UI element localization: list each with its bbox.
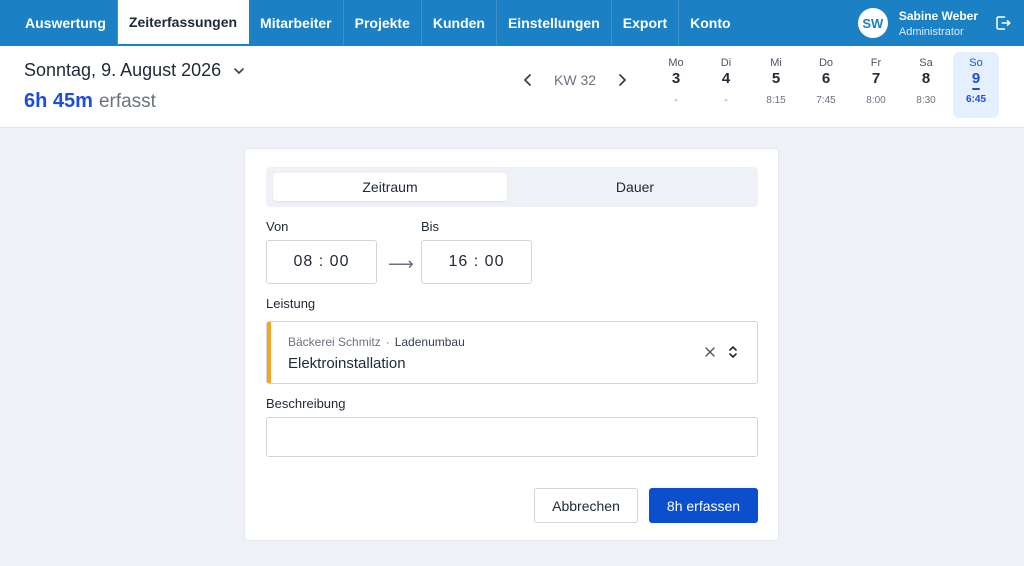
current-date: Sonntag, 9. August 2026 xyxy=(24,60,222,80)
day-number: 9 xyxy=(971,70,981,87)
day-monday[interactable]: Mo 3 - xyxy=(651,52,701,118)
arrow-right-icon: ⟶ xyxy=(388,254,414,274)
cancel-button[interactable]: Abbrechen xyxy=(534,488,638,523)
nav-tab-auswertung[interactable]: Auswertung xyxy=(14,0,118,46)
day-tuesday[interactable]: Di 4 - xyxy=(701,52,751,118)
day-number: 8 xyxy=(921,70,931,87)
day-number: 5 xyxy=(771,70,781,87)
day-name: Fr xyxy=(870,57,882,69)
mode-dauer-tab[interactable]: Dauer xyxy=(518,173,752,201)
day-sunday-selected[interactable]: So 9 6:45 xyxy=(953,52,999,118)
day-number: 4 xyxy=(721,70,731,87)
service-project: Ladenumbau xyxy=(394,335,465,349)
description-input[interactable] xyxy=(267,418,757,456)
nav-tab-projekte[interactable]: Projekte xyxy=(344,0,422,46)
day-friday[interactable]: Fr 7 8:00 xyxy=(851,52,901,118)
week-label: KW 32 xyxy=(554,72,597,88)
day-name: Do xyxy=(818,57,834,69)
service-color-bar xyxy=(267,322,271,383)
date-picker[interactable]: Sonntag, 9. August 2026 xyxy=(24,60,245,81)
from-time-input[interactable]: 08 : 00 xyxy=(266,240,377,284)
description-label: Beschreibung xyxy=(266,396,346,411)
next-week-button[interactable] xyxy=(614,72,630,88)
nav-tab-mitarbeiter[interactable]: Mitarbeiter xyxy=(249,0,344,46)
service-label: Leistung xyxy=(266,296,316,311)
day-name: Sa xyxy=(919,57,933,69)
day-total: 7:45 xyxy=(816,95,836,106)
entry-mode-toggle: Zeitraum Dauer xyxy=(266,167,758,207)
day-thursday[interactable]: Do 6 7:45 xyxy=(801,52,851,118)
description-field xyxy=(266,417,758,457)
day-header: Sonntag, 9. August 2026 6h 45m erfasst KW… xyxy=(0,46,1024,128)
day-name: So xyxy=(969,57,983,69)
nav-tab-zeiterfassungen[interactable]: Zeiterfassungen xyxy=(117,0,250,44)
day-saturday[interactable]: Sa 8 8:30 xyxy=(901,52,951,118)
day-total: 8:30 xyxy=(916,95,936,106)
chevron-right-icon xyxy=(619,74,626,86)
day-total: 8:15 xyxy=(766,95,786,106)
nav-tab-einstellungen[interactable]: Einstellungen xyxy=(497,0,612,46)
time-entry-form: Zeitraum Dauer Von 08 : 00 ⟶ Bis 16 : 00… xyxy=(245,149,778,540)
day-wednesday[interactable]: Mi 5 8:15 xyxy=(751,52,801,118)
nav-tab-export[interactable]: Export xyxy=(612,0,680,46)
service-select[interactable]: Bäckerei Schmitz · Ladenumbau Elektroinsta… xyxy=(266,321,758,384)
day-number: 6 xyxy=(821,70,831,87)
top-navigation: Auswertung Zeiterfassungen Mitarbeiter P… xyxy=(0,0,1024,46)
daily-total: 6h 45m erfasst xyxy=(24,90,156,113)
total-time-value: 6h 45m xyxy=(24,90,93,112)
service-context: Bäckerei Schmitz · Ladenumbau xyxy=(288,335,465,349)
day-name: Mo xyxy=(668,57,684,69)
to-time-input[interactable]: 16 : 00 xyxy=(421,240,532,284)
submit-entry-button[interactable]: 8h erfassen xyxy=(649,488,758,523)
user-name: Sabine Weber xyxy=(898,8,978,23)
clear-icon[interactable] xyxy=(704,346,716,358)
day-total: - xyxy=(724,95,728,106)
chevron-down-icon xyxy=(234,67,244,74)
total-time-suffix: erfasst xyxy=(98,91,156,112)
service-client: Bäckerei Schmitz xyxy=(288,335,381,349)
logout-icon[interactable] xyxy=(994,14,1012,32)
mode-zeitraum-tab[interactable]: Zeitraum xyxy=(273,173,507,201)
chevron-up-down-icon[interactable] xyxy=(727,345,739,359)
service-separator: · xyxy=(385,335,390,349)
day-name: Mi xyxy=(770,57,782,69)
nav-tabs: Auswertung Zeiterfassungen Mitarbeiter P… xyxy=(0,0,742,46)
chevron-left-icon xyxy=(524,74,531,86)
day-number: 3 xyxy=(671,70,681,87)
nav-tab-konto[interactable]: Konto xyxy=(679,0,741,46)
day-number: 7 xyxy=(871,70,881,87)
previous-week-button[interactable] xyxy=(520,72,536,88)
avatar[interactable]: SW xyxy=(857,8,888,38)
day-name: Di xyxy=(720,57,732,69)
week-days: Mo 3 - Di 4 - Mi 5 8:15 Do 6 7:45 Fr 7 8… xyxy=(651,52,999,118)
from-label: Von xyxy=(266,219,289,234)
day-total: 8:00 xyxy=(866,95,886,106)
user-info: Sabine Weber Administrator xyxy=(899,9,978,38)
day-total: 6:45 xyxy=(965,94,986,105)
to-label: Bis xyxy=(421,219,440,234)
user-menu: SW Sabine Weber Administrator xyxy=(857,0,1012,46)
week-navigation: KW 32 xyxy=(520,72,630,88)
user-role: Administrator xyxy=(898,25,964,38)
day-total: - xyxy=(674,95,678,106)
selected-day-indicator xyxy=(972,88,980,90)
nav-tab-kunden[interactable]: Kunden xyxy=(422,0,497,46)
service-name: Elektroinstallation xyxy=(288,355,406,372)
